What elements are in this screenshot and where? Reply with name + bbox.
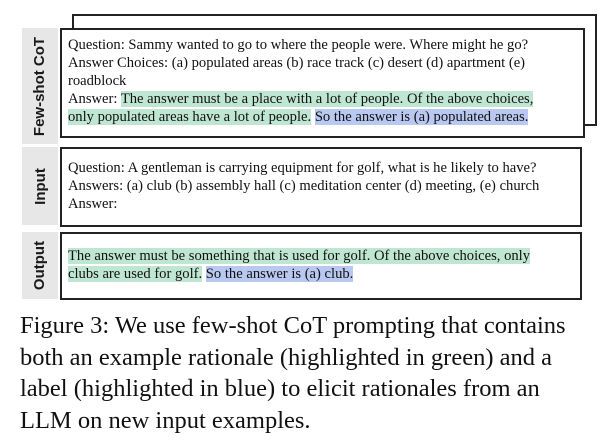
caption-line-4: LLM on new input examples. [20, 406, 311, 434]
output-box: The answer must be something that is use… [60, 232, 582, 300]
output-answer-cont: clubs are used for golf. So the answer i… [68, 265, 574, 283]
input-answers: Answers: (a) club (b) assembly hall (c) … [68, 178, 540, 194]
few-shot-label: So the answer is (a) populated areas. [314, 109, 529, 125]
few-shot-cot-label: Few-shot CoT [22, 28, 58, 144]
caption-line-3: label (highlighted in blue) to elicit ra… [20, 375, 540, 402]
output-label-answer: So the answer is (a) club. [205, 266, 354, 282]
few-shot-choices-line-2: roadblock [68, 73, 127, 89]
few-shot-cot-label-text: Few-shot CoT [31, 36, 49, 136]
output-rationale-line-1: The answer must be something that is use… [68, 248, 531, 264]
few-shot-question: Question: Sammy wanted to go to where th… [68, 37, 529, 53]
input-question: Question: A gentleman is carrying equipm… [68, 160, 537, 176]
few-shot-rationale-line-1: The answer must be a place with a lot of… [120, 91, 534, 107]
few-shot-rationale-line-2: only populated areas have a lot of peopl… [68, 109, 312, 125]
caption-line-2: both an example rationale (highlighted i… [20, 343, 553, 371]
output-rationale-line-2: clubs are used for golf. [68, 266, 203, 282]
few-shot-example-box: Question: Sammy wanted to go to where th… [60, 28, 585, 138]
caption-line-1: Figure 3: We use few-shot CoT prompting … [20, 312, 566, 339]
input-label-text: Input [31, 167, 49, 205]
few-shot-answer-cont: only populated areas have a lot of peopl… [68, 108, 577, 126]
output-label-text: Output [31, 240, 49, 291]
input-answer: Answer: [68, 196, 118, 212]
input-label: Input [22, 147, 58, 225]
few-shot-answer-prefix: Answer: [68, 91, 121, 107]
figure-caption: Figure 3: We use few-shot CoT prompting … [20, 310, 605, 436]
input-box: Question: A gentleman is carrying equipm… [60, 147, 582, 227]
output-label: Output [22, 232, 58, 299]
few-shot-answer: Answer: The answer must be a place with … [68, 90, 577, 108]
few-shot-choices-line-1: Answer Choices: (a) populated areas (b) … [68, 55, 526, 71]
output-rationale-line-1-wrap: The answer must be something that is use… [68, 247, 574, 265]
